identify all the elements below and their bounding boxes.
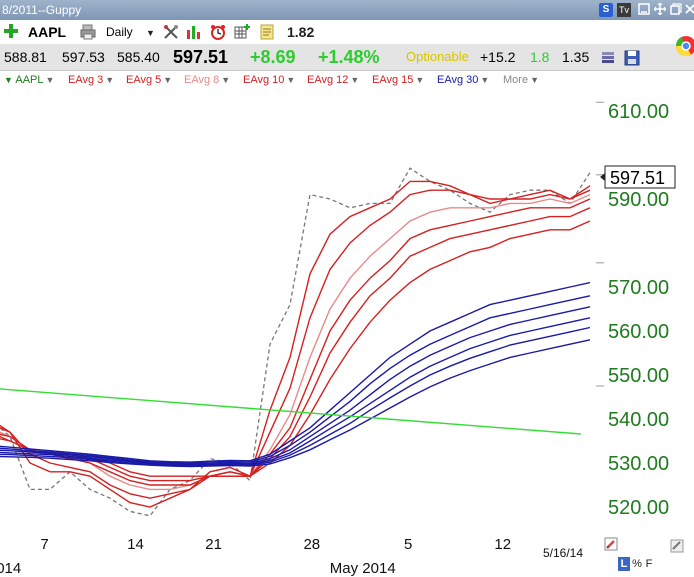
add-symbol-icon[interactable] (3, 23, 19, 39)
quote-change: +8.69 (250, 47, 296, 67)
s-icon[interactable]: S (599, 3, 613, 17)
tools-icon[interactable] (163, 24, 179, 40)
legend-item-aapl[interactable]: ▼ AAPL ▼ (4, 71, 54, 89)
scroll-icon[interactable] (670, 539, 684, 553)
chart-toolbar: AAPL Daily ▼ 1.82 (0, 20, 694, 44)
x-tick-label: 12 (494, 536, 511, 553)
x-tick-label: 5 (404, 536, 412, 553)
period-value: Daily (106, 25, 133, 39)
blue-ema-line-12 (0, 339, 591, 468)
x-tick-label: 14 (127, 536, 144, 553)
chevron-down-icon: ▼ (105, 75, 115, 85)
legend-item-eavg10[interactable]: EAvg 10 ▼ (243, 71, 295, 89)
close-icon[interactable] (683, 3, 694, 17)
chrome-icon[interactable] (674, 34, 694, 58)
quote-bar: 588.81 597.53 585.40 597.51 +8.69 +1.48%… (0, 36, 694, 71)
symbol-label[interactable]: AAPL (28, 20, 66, 44)
print-icon[interactable] (80, 24, 96, 40)
chevron-down-icon: ▼ (530, 75, 539, 85)
window-titlebar: 8/2011--Guppy S Tv (0, 0, 694, 20)
minimize-icon[interactable] (637, 3, 651, 17)
indicators-icon[interactable] (186, 24, 202, 40)
legend-item-eavg12[interactable]: EAvg 12 ▼ (307, 71, 359, 89)
quote-val1: +15.2 (480, 49, 516, 65)
optionable-label[interactable]: Optionable (406, 44, 469, 70)
price-line (0, 167, 591, 517)
stack-icon[interactable] (600, 49, 616, 65)
blue-ema-line-11 (0, 326, 591, 467)
y-tick-label: 570.00 (608, 277, 669, 299)
pink-ema-line-3 (0, 193, 591, 491)
y-tick-label: 560.00 (608, 321, 669, 343)
legend-item-eavg30[interactable]: EAvg 30 ▼ (437, 71, 489, 89)
x-period-label: May 2014 (330, 560, 396, 577)
legend-item-eavg5[interactable]: EAvg 5 ▼ (126, 71, 172, 89)
chevron-down-icon: ▼ (480, 75, 490, 85)
date-stamp: 5/16/14 (543, 546, 583, 560)
indicator-legend: ▼ AAPL ▼ EAvg 3 ▼ EAvg 5 ▼ EAvg 8 ▼ EAvg 10 ▼… (0, 71, 694, 89)
price-chart[interactable]: 610.00 590.00 570.00 560.00 550.00 540.00 530.… (0, 89, 694, 577)
drag-icon[interactable] (653, 2, 667, 17)
current-price-label: 597.51 (610, 168, 665, 188)
legend-more[interactable]: More ▼ (503, 71, 539, 89)
chevron-down-icon: ▼ (415, 75, 425, 85)
f-button[interactable]: F (644, 557, 654, 571)
chevron-down-icon: ▼ (4, 75, 13, 85)
alarm-icon[interactable] (210, 24, 226, 40)
quote-change-pct: +1.48% (318, 47, 380, 67)
legend-item-eavg15[interactable]: EAvg 15 ▼ (372, 71, 424, 89)
percent-button[interactable]: % (632, 557, 642, 571)
toolbar-value: 1.82 (287, 24, 315, 40)
chevron-down-icon: ▼ (286, 75, 296, 85)
save-icon[interactable] (624, 49, 640, 66)
chevron-down-icon: ▼ (163, 75, 173, 85)
restore-icon[interactable] (669, 3, 683, 17)
chevron-down-icon: ▼ (221, 75, 231, 85)
tv-icon[interactable]: Tv (617, 3, 631, 17)
y-tick-label: 590.00 (608, 189, 669, 211)
y-tick-label: 530.00 (608, 453, 669, 475)
blue-ema-line-9 (0, 306, 591, 465)
period-dropdown[interactable]: Daily ▼ (106, 20, 155, 44)
current-price-marker (600, 173, 605, 181)
y-tick-label: 610.00 (608, 101, 669, 123)
legend-item-eavg3[interactable]: EAvg 3 ▼ (68, 71, 114, 89)
note-icon[interactable] (259, 24, 275, 40)
quote-low: 585.40 (117, 49, 160, 65)
quote-val3: 1.35 (562, 49, 590, 65)
chevron-down-icon: ▼ (350, 75, 360, 85)
y-tick-label: 540.00 (608, 409, 669, 431)
quote-val2: 1.8 (530, 49, 550, 65)
chevron-down-icon: ▼ (45, 75, 55, 85)
red-ema-line-5 (0, 207, 591, 482)
quote-high: 597.53 (62, 49, 105, 65)
scale-controls: L % F (604, 537, 694, 577)
x-tick-label: 7 (40, 536, 48, 553)
chevron-down-icon: ▼ (146, 28, 155, 38)
l-button[interactable]: L (618, 557, 630, 571)
x-tick-label: 28 (303, 536, 320, 553)
x-period-label: 2014 (0, 560, 21, 577)
window-title: 8/2011--Guppy (2, 3, 82, 17)
pencil-icon[interactable] (604, 537, 618, 551)
quote-open: 588.81 (4, 49, 47, 65)
x-tick-label: 21 (205, 536, 222, 553)
y-tick-label: 520.00 (608, 497, 669, 519)
quote-last: 597.51 (173, 47, 229, 67)
legend-item-eavg8[interactable]: EAvg 8 ▼ (184, 71, 230, 89)
y-tick-label: 550.00 (608, 365, 669, 387)
grid-add-icon[interactable] (234, 24, 250, 40)
